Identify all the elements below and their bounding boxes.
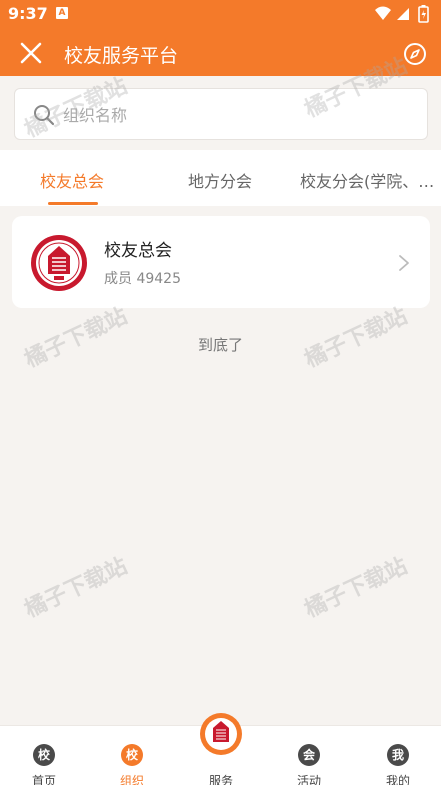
list-end-text: 到底了 [197, 336, 243, 354]
app-header: 校友服务平台 [0, 28, 441, 76]
chevron-right-icon [399, 255, 409, 271]
close-icon[interactable] [18, 40, 44, 66]
tab-alumni-association[interactable]: 校友总会 [40, 168, 104, 192]
bottom-nav: 校 首页 校 组织 服务 会 活动 我 我的 [0, 713, 441, 785]
nav-home[interactable]: 校 首页 [0, 726, 88, 785]
home-icon: 校 [33, 744, 55, 766]
organization-icon: 校 [121, 744, 143, 766]
status-icons [373, 4, 435, 24]
tab-college-branches[interactable]: 校友分会(学院、… [300, 168, 436, 192]
nav-service[interactable]: 服务 [177, 713, 265, 785]
nav-activity[interactable]: 会 活动 [265, 726, 353, 785]
nav-label: 首页 [31, 774, 56, 785]
search-input[interactable] [63, 101, 413, 129]
search-box [14, 88, 428, 140]
org-list-item[interactable]: 校友总会 成员 49425 [12, 216, 430, 308]
profile-icon: 我 [387, 744, 409, 766]
status-time: 9:37 [8, 4, 48, 23]
tab-local-branches[interactable]: 地方分会 [188, 168, 252, 192]
university-logo-icon [200, 713, 242, 755]
active-tab-indicator [48, 202, 98, 205]
nav-label: 组织 [119, 774, 144, 785]
nav-label: 服务 [208, 774, 233, 785]
nav-label: 我的 [385, 774, 410, 785]
page-title: 校友服务平台 [64, 45, 179, 67]
university-logo [31, 235, 87, 291]
activity-icon: 会 [298, 744, 320, 766]
wifi-icon [375, 6, 391, 20]
org-tabs: 校友总会 地方分会 校友分会(学院、… [0, 150, 441, 206]
org-members: 成员 49425 [104, 268, 181, 288]
nav-organization[interactable]: 校 组织 [88, 726, 176, 785]
compass-icon[interactable] [403, 42, 427, 66]
members-label: 成员 [104, 271, 132, 287]
status-bar: 9:37 A [0, 0, 441, 28]
signal-icon [397, 8, 409, 20]
members-count: 49425 [136, 271, 181, 287]
search-icon [34, 105, 55, 126]
battery-icon [418, 5, 429, 23]
watermark: 橘子下载站 [20, 553, 132, 623]
nav-mine[interactable]: 我 我的 [354, 726, 441, 785]
nav-label: 活动 [296, 774, 321, 785]
notification-icon: A [56, 7, 68, 19]
org-name: 校友总会 [104, 241, 172, 261]
watermark: 橘子下载站 [300, 553, 412, 623]
